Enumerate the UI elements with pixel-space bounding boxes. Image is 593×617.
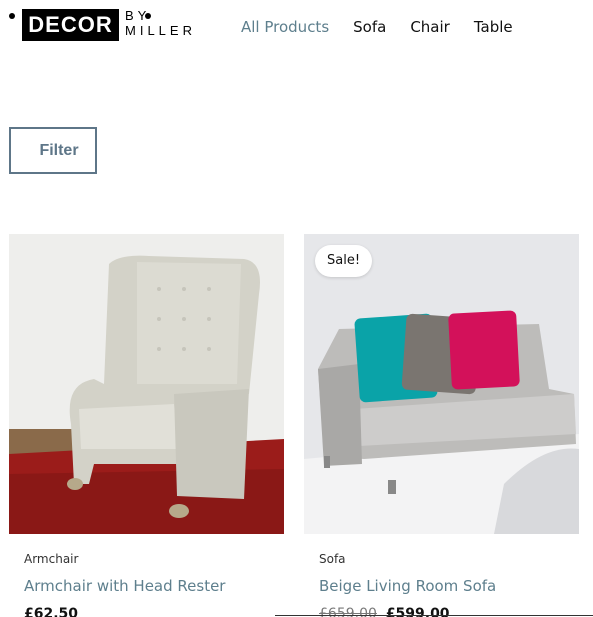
- main-nav: All Products Sofa Chair Table: [241, 17, 537, 37]
- product-price: £62.50: [24, 606, 78, 617]
- product-card[interactable]: Armchair Armchair with Head Rester £62.5…: [9, 234, 284, 617]
- logo-word: DECOR: [22, 9, 119, 41]
- brand-logo[interactable]: DECOR BY MILLER: [9, 9, 192, 43]
- product-title[interactable]: Armchair with Head Rester: [24, 577, 225, 595]
- sale-badge: Sale!: [315, 245, 373, 277]
- nav-sofa[interactable]: Sofa: [353, 17, 386, 37]
- product-card[interactable]: Sale! Sofa Beige Living Room Sofa £659.0…: [304, 234, 579, 617]
- divider: [275, 615, 593, 616]
- nav-table[interactable]: Table: [474, 17, 513, 37]
- logo-miller: MILLER: [125, 23, 196, 38]
- product-image-armchair[interactable]: [9, 234, 284, 534]
- price-current: £62.50: [24, 606, 79, 617]
- product-title[interactable]: Beige Living Room Sofa: [319, 577, 496, 595]
- nav-chair[interactable]: Chair: [410, 17, 450, 37]
- logo-dot: [9, 13, 15, 19]
- product-category: Sofa: [319, 552, 346, 566]
- filter-button[interactable]: Filter: [9, 127, 97, 174]
- product-image-sofa[interactable]: Sale!: [304, 234, 579, 534]
- nav-all-products[interactable]: All Products: [241, 17, 329, 37]
- logo-dot: [145, 13, 151, 19]
- site-header: DECOR BY MILLER All Products Sofa Chair …: [0, 0, 593, 56]
- product-category: Armchair: [24, 552, 79, 566]
